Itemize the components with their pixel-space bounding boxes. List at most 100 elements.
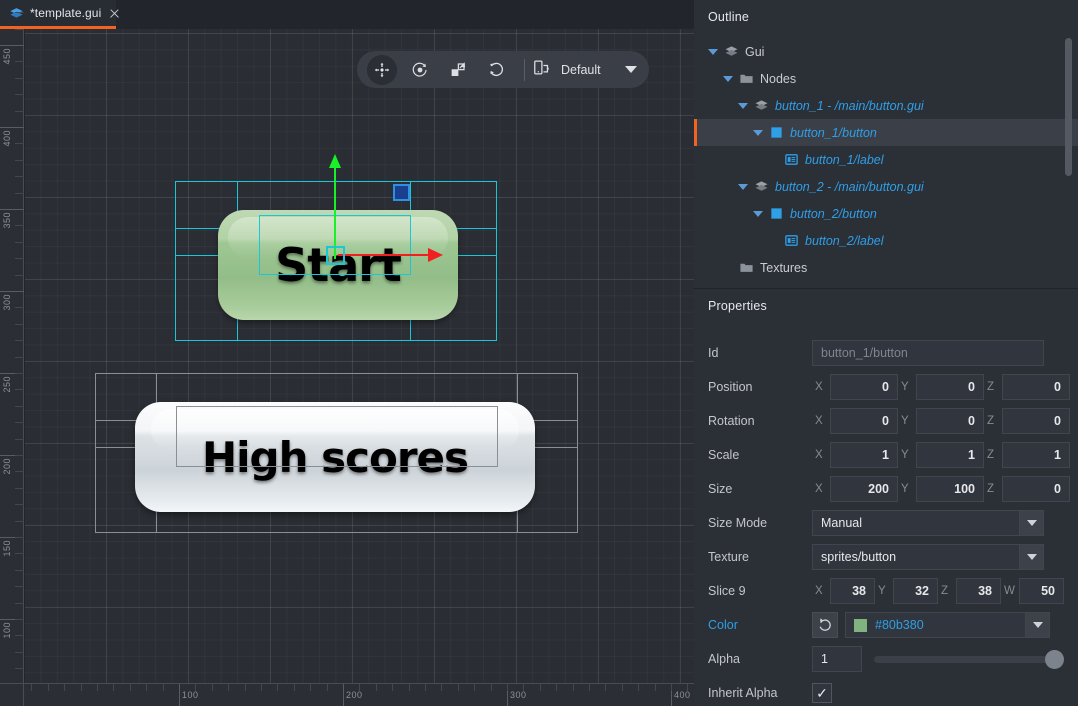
- ruler-tick: [343, 684, 344, 706]
- ruler-label: 300: [510, 690, 527, 700]
- chevron-down-icon[interactable]: [723, 76, 733, 82]
- property-label-position: Position: [694, 380, 812, 394]
- slice9-z-field[interactable]: 38: [956, 578, 1001, 604]
- ruler-tick-minor: [15, 340, 24, 341]
- outline-item-nodes[interactable]: Nodes: [694, 65, 1078, 92]
- move-tool-button[interactable]: [367, 55, 397, 85]
- outline-item-button_2[interactable]: button_2 - /main/button.gui: [694, 173, 1078, 200]
- alpha-field[interactable]: 1: [812, 646, 862, 672]
- ruler-tick-minor: [638, 684, 639, 691]
- outline-item-button_1-label[interactable]: button_1/label: [694, 146, 1078, 173]
- property-label-color: Color: [694, 618, 812, 632]
- inherit-alpha-checkbox[interactable]: ✓: [812, 683, 832, 703]
- ruler-tick-minor: [458, 684, 459, 691]
- size-z-field[interactable]: 0: [1002, 476, 1070, 502]
- position-z-field[interactable]: 0: [1002, 374, 1070, 400]
- gizmo-center-handle[interactable]: [326, 246, 345, 265]
- outline-item-button_2-label[interactable]: button_2/label: [694, 227, 1078, 254]
- position-x-field[interactable]: 0: [830, 374, 898, 400]
- chevron-down-icon[interactable]: [625, 66, 637, 73]
- ruler-tick-minor: [425, 684, 426, 691]
- property-row-alpha: Alpha 1: [694, 645, 1078, 673]
- size-mode-dropdown[interactable]: Manual: [812, 510, 1044, 536]
- ruler-tick-minor: [146, 684, 147, 691]
- ruler-tick-minor: [15, 111, 24, 112]
- outline-item-textures[interactable]: Textures: [694, 254, 1078, 281]
- chevron-down-icon[interactable]: [753, 130, 763, 136]
- scale-x-field[interactable]: 1: [830, 442, 898, 468]
- close-icon[interactable]: [108, 7, 121, 20]
- refresh-icon[interactable]: [481, 55, 511, 85]
- scale-tool-button[interactable]: [443, 55, 473, 85]
- color-value-field[interactable]: #80b380: [845, 612, 1026, 638]
- rotate-tool-button[interactable]: [405, 55, 435, 85]
- chevron-down-icon[interactable]: [708, 49, 718, 55]
- ruler-tick-minor: [15, 521, 24, 522]
- texture-dropdown[interactable]: sprites/button: [812, 544, 1044, 570]
- outline-item-label: button_1 - /main/button.gui: [775, 99, 924, 113]
- scale-y-field[interactable]: 1: [916, 442, 984, 468]
- tab-template-gui[interactable]: *template.gui: [0, 0, 116, 29]
- slice9-x-field[interactable]: 38: [830, 578, 875, 604]
- device-profile-selector[interactable]: Default: [532, 58, 641, 82]
- position-y-field[interactable]: 0: [916, 374, 984, 400]
- ruler-tick-minor: [327, 684, 328, 691]
- slice9-w-field[interactable]: 50: [1019, 578, 1064, 604]
- outline-item-button_1[interactable]: button_1 - /main/button.gui: [694, 92, 1078, 119]
- property-row-texture: Texture sprites/button: [694, 543, 1078, 571]
- axis-label-z: Z: [984, 483, 1002, 495]
- axis-label-x: X: [812, 415, 830, 427]
- size-y-field[interactable]: 100: [916, 476, 984, 502]
- outline-item-label: button_2/button: [790, 207, 877, 221]
- ruler-tick-minor: [15, 176, 24, 177]
- outline-item-button_2-button[interactable]: button_2/button: [694, 200, 1078, 227]
- axis-label-x: X: [812, 483, 830, 495]
- ruler-tick: [0, 127, 24, 128]
- alpha-slider[interactable]: [874, 656, 1062, 663]
- ruler-label: 250: [2, 376, 12, 393]
- resize-handle[interactable]: [393, 184, 410, 201]
- ruler-tick-minor: [113, 684, 114, 691]
- chevron-down-icon[interactable]: [738, 103, 748, 109]
- ruler-label: 100: [182, 690, 199, 700]
- id-field[interactable]: button_1/button: [812, 340, 1044, 366]
- gizmo-y-arrow[interactable]: [329, 154, 341, 168]
- outline-scrollbar[interactable]: [1065, 38, 1072, 176]
- guide-line: [175, 181, 176, 341]
- texture-value[interactable]: sprites/button: [812, 544, 1020, 570]
- ruler-tick-minor: [15, 94, 24, 95]
- gizmo-x-arrow[interactable]: [428, 248, 443, 262]
- chevron-down-icon[interactable]: [1020, 510, 1044, 536]
- color-dropdown[interactable]: #80b380: [845, 612, 1050, 638]
- rotation-z-field[interactable]: 0: [1002, 408, 1070, 434]
- ruler-tick-minor: [15, 275, 24, 276]
- outline-item-button_1-button[interactable]: button_1/button: [694, 119, 1078, 146]
- outline-item-label: button_2/label: [805, 234, 884, 248]
- ruler-tick-minor: [392, 684, 393, 691]
- defold-editor-window: *template.gui 450400350300250200150100 1…: [0, 0, 1078, 706]
- guide-line: [175, 181, 497, 182]
- scene-canvas[interactable]: Start High scores: [25, 29, 694, 683]
- right-panels: Outline GuiNodesbutton_1 - /main/button.…: [694, 0, 1078, 706]
- slice9-y-field[interactable]: 32: [893, 578, 938, 604]
- alpha-slider-knob[interactable]: [1045, 650, 1064, 669]
- ruler-tick-minor: [359, 684, 360, 691]
- rotation-y-field[interactable]: 0: [916, 408, 984, 434]
- reset-icon[interactable]: [812, 612, 838, 638]
- ruler-tick-minor: [15, 406, 24, 407]
- axis-label-z: Z: [984, 415, 1002, 427]
- outline-item-gui[interactable]: Gui: [694, 38, 1078, 65]
- ruler-tick-minor: [15, 143, 24, 144]
- chevron-down-icon[interactable]: [1020, 544, 1044, 570]
- rotation-x-field[interactable]: 0: [830, 408, 898, 434]
- chevron-down-icon[interactable]: [753, 211, 763, 217]
- chevron-down-icon[interactable]: [738, 184, 748, 190]
- chevron-down-icon[interactable]: [1026, 612, 1050, 638]
- size-x-field[interactable]: 200: [830, 476, 898, 502]
- ruler-corner: [0, 683, 24, 706]
- scale-z-field[interactable]: 1: [1002, 442, 1070, 468]
- gizmo-x-axis[interactable]: [338, 254, 430, 256]
- size-mode-value[interactable]: Manual: [812, 510, 1020, 536]
- ruler-tick-minor: [622, 684, 623, 691]
- property-row-id: Id button_1/button: [694, 339, 1078, 367]
